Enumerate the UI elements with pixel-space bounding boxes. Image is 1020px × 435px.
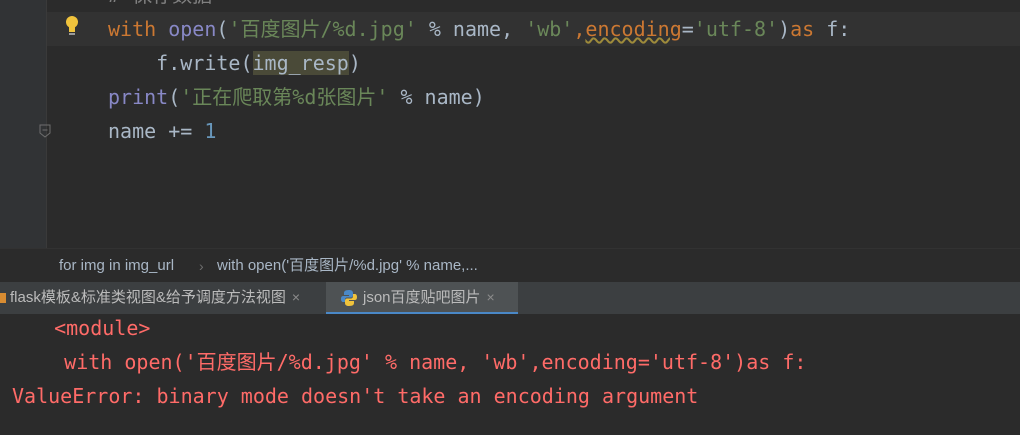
lightbulb-icon[interactable]: [64, 14, 80, 38]
punct: (: [216, 17, 229, 41]
code-text: name +=: [108, 119, 205, 143]
code-line-2[interactable]: f.write(img_resp): [108, 46, 361, 80]
string-mode: 'wb': [525, 17, 574, 41]
python-icon: [341, 290, 357, 307]
keyword-as: as: [790, 17, 815, 41]
string-encoding: 'utf-8': [693, 17, 779, 41]
run-console-output[interactable]: <module> with open('百度图片/%d.jpg' % name,…: [0, 314, 1020, 435]
builtin-open: open: [168, 17, 217, 41]
punct-eq: =: [681, 17, 694, 41]
tab-label: flask模板&标准类视图&给予调度方法视图: [10, 289, 286, 306]
breadcrumb-item-with[interactable]: with open('百度图片/%d.jpg' % name,...: [217, 249, 478, 283]
console-line-module: <module>: [30, 316, 151, 340]
op-text: % name,: [416, 17, 526, 41]
tab-flask[interactable]: flask模板&标准类视图&给予调度方法视图 ×: [0, 282, 326, 314]
punct-comma: ,: [573, 17, 586, 41]
number-literal: 1: [204, 119, 217, 143]
breadcrumb-separator: ›: [199, 258, 204, 274]
code-text: % name): [388, 85, 485, 109]
code-text: ): [348, 51, 361, 75]
string-path: '百度图片/%d.jpg': [228, 17, 417, 41]
tab-json[interactable]: json百度贴吧图片 ×: [326, 282, 518, 314]
param-encoding: encoding: [585, 17, 682, 41]
punct: ): [778, 17, 791, 41]
code-text: f.write(: [108, 51, 253, 75]
string-message: '正在爬取第%d张图片': [180, 85, 389, 109]
run-config-icon: [0, 293, 6, 304]
builtin-print: print: [108, 85, 169, 109]
code-line-4[interactable]: name += 1: [108, 114, 216, 148]
highlighted-variable: img_resp: [252, 51, 349, 75]
code-line-3[interactable]: print('正在爬取第%d张图片' % name): [108, 80, 485, 114]
close-icon[interactable]: ×: [487, 289, 495, 305]
breadcrumb: for img in img_url › with open('百度图片/%d.…: [0, 248, 1020, 283]
console-tab-bar: flask模板&标准类视图&给予调度方法视图 × json百度贴吧图片 ×: [0, 282, 1020, 315]
code-tail: f:: [814, 17, 851, 41]
code-line-1[interactable]: with open('百度图片/%d.jpg' % name, 'wb',enc…: [108, 12, 850, 46]
code-line-comment: # 保存数据: [108, 0, 212, 12]
breadcrumb-item-for[interactable]: for img in img_url: [59, 249, 174, 283]
keyword-with: with: [108, 17, 157, 41]
fold-end-icon[interactable]: [39, 124, 51, 138]
punct: (: [168, 85, 181, 109]
code-editor[interactable]: # 保存数据 with open('百度图片/%d.jpg' % name, '…: [0, 0, 1020, 248]
console-line-error: ValueError: binary mode doesn't take an …: [12, 384, 699, 408]
console-line-code: with open('百度图片/%d.jpg' % name, 'wb',enc…: [16, 350, 807, 374]
tab-label: json百度贴吧图片: [363, 289, 481, 306]
close-icon[interactable]: ×: [292, 289, 300, 305]
